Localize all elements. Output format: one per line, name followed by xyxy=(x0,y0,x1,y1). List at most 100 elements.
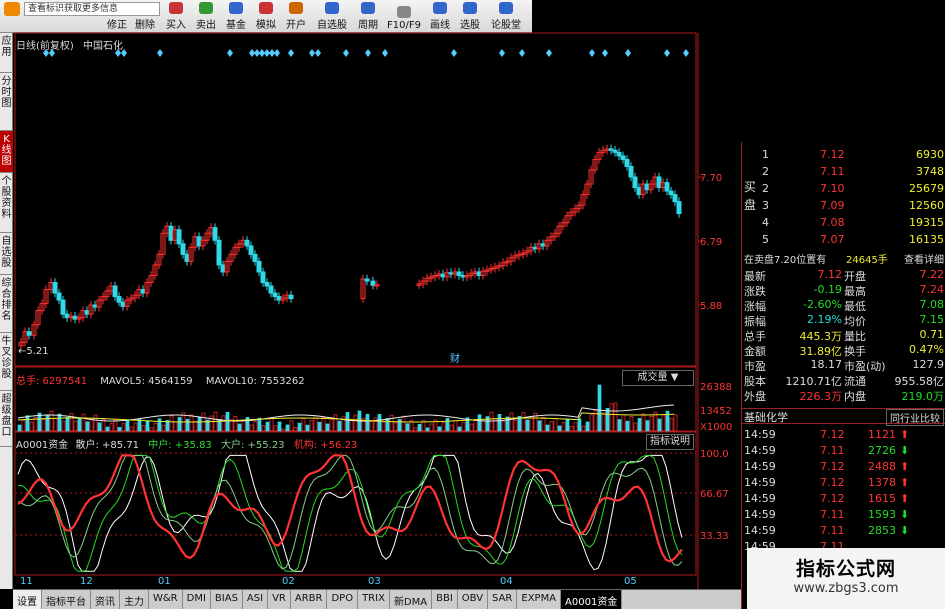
volume-bar xyxy=(445,418,450,432)
period-label: 日线(前复权) xyxy=(16,41,74,52)
indicator-tab-1[interactable]: 指标平台 xyxy=(42,590,91,609)
event-marker-icon xyxy=(499,49,505,57)
indicator-tabs: 设置 指标平台 资讯 主力 W&R DMI BIAS ASI VR ARBR DPO TRIX 新DMA… xyxy=(13,589,741,609)
tick-row: 14:59 7.12 1121 ⬆ xyxy=(742,428,945,443)
indicator-tab-8[interactable]: VR xyxy=(268,590,291,609)
indicator-help-button[interactable]: 指标说明 xyxy=(646,434,694,450)
stat-label: 流通 xyxy=(844,375,866,388)
tick-price: 7.12 xyxy=(820,492,845,505)
candle-body xyxy=(268,285,274,294)
volume-bar xyxy=(525,419,530,432)
chevron-down-icon: ▼ xyxy=(670,372,679,383)
volume-bar xyxy=(561,422,566,432)
arrow-down-icon: ⬇ xyxy=(900,524,910,537)
volume-bar xyxy=(621,414,626,432)
institution-label: 机构: +56.23 xyxy=(293,440,358,451)
indicator-tab-3[interactable]: 主力 xyxy=(120,590,149,609)
indicator-tab-4[interactable]: W&R xyxy=(149,590,183,609)
candle-body xyxy=(644,183,650,191)
view-detail-button[interactable]: 查看详细 xyxy=(904,251,944,266)
volume-bar xyxy=(473,419,478,432)
volume-bar xyxy=(153,422,158,432)
volume-bar xyxy=(469,423,474,432)
event-marker-icon xyxy=(683,49,689,57)
volume-bar xyxy=(453,420,458,432)
stat-label: 金额 xyxy=(744,345,766,358)
volume-bar xyxy=(461,422,466,432)
industry-name[interactable]: 基础化学 xyxy=(744,409,788,425)
indicator-tab-12[interactable]: 新DMA xyxy=(390,590,433,609)
volume-bar xyxy=(617,419,622,432)
bid-row: 4 7.08 19315 xyxy=(742,216,945,231)
stat-label: 开盘 xyxy=(844,270,866,283)
indicator-tab-2[interactable]: 资讯 xyxy=(91,590,120,609)
volume-bar xyxy=(229,419,234,432)
bid-volume: 16135 xyxy=(909,233,944,246)
volume-bar xyxy=(269,418,274,432)
month-tick-label: 05 xyxy=(624,576,637,587)
candle-body xyxy=(476,271,482,276)
volume-bar xyxy=(553,417,558,432)
volume-bar xyxy=(97,422,102,432)
volume-selector-label: 成交量 xyxy=(637,372,668,383)
industry-compare-button[interactable]: 同行业比较 xyxy=(886,409,944,426)
candle-body xyxy=(84,310,90,315)
volume-bar xyxy=(377,414,382,432)
quote-stat-row: 股本 1210.71亿 流通 955.58亿 xyxy=(742,373,945,388)
candle-body xyxy=(216,239,222,266)
tick-price: 7.11 xyxy=(820,524,845,537)
candle-body xyxy=(72,315,78,320)
volume-bar xyxy=(477,414,482,432)
indicator-tab-6[interactable]: BIAS xyxy=(211,590,243,609)
watermark-url: www.zbgs3.com xyxy=(793,581,899,596)
stat-value: 0.71 xyxy=(919,328,945,341)
month-tick-label: 03 xyxy=(368,576,381,587)
candle-body xyxy=(636,187,642,196)
volume-bar xyxy=(273,425,278,432)
candle-body xyxy=(448,272,454,275)
volume-bar xyxy=(261,425,266,432)
tick-volume: 1121 xyxy=(868,428,896,441)
volume-bar xyxy=(277,421,282,432)
indicator-tab-16[interactable]: EXPMA xyxy=(517,590,562,609)
volume-bar xyxy=(141,425,146,432)
month-tick-label: 02 xyxy=(282,576,295,587)
tick-row: 14:59 7.11 1593 ⬇ xyxy=(742,508,945,523)
quote-stat-row: 金额 31.89亿 换手 0.47% xyxy=(742,343,945,358)
volume-tick-label: 26388 xyxy=(700,382,732,393)
candle-body xyxy=(612,149,618,153)
volume-bar xyxy=(457,426,462,432)
volume-bar xyxy=(325,423,330,432)
volume-bar xyxy=(221,415,226,432)
volume-bar xyxy=(185,419,190,432)
volume-selector[interactable]: 成交量 ▼ xyxy=(622,370,694,386)
volume-bar xyxy=(521,412,526,432)
indicator-tab-9[interactable]: ARBR xyxy=(291,590,328,609)
indicator-tab-17[interactable]: A0001资金 xyxy=(561,590,623,609)
candle-body xyxy=(176,229,182,245)
stat-value: 18.17 xyxy=(810,358,843,371)
volume-tick-label: 13452 xyxy=(700,406,732,417)
indicator-tab-11[interactable]: TRIX xyxy=(358,590,390,609)
event-marker-icon xyxy=(589,49,595,57)
event-marker-icon xyxy=(519,49,525,57)
candle-body xyxy=(60,299,66,315)
indicator-tab-10[interactable]: DPO xyxy=(327,590,359,609)
mavol10-label: MAVOL10: 7553262 xyxy=(205,376,305,387)
indicator-tab-14[interactable]: OBV xyxy=(458,590,489,609)
stat-label: 最低 xyxy=(844,300,866,313)
indicator-tab-0[interactable]: 设置 xyxy=(13,590,42,609)
sell-info: 在卖盘7.20位置有 xyxy=(744,255,827,266)
tick-row: 14:59 7.12 2488 ⬆ xyxy=(742,460,945,475)
indicator-tab-5[interactable]: DMI xyxy=(183,590,211,609)
indicator-tab-7[interactable]: ASI xyxy=(243,590,269,609)
volume-bar xyxy=(297,422,302,432)
mid-fund-line xyxy=(17,454,683,572)
event-marker-icon xyxy=(315,49,321,57)
volume-bar xyxy=(641,413,646,432)
volume-bar xyxy=(565,418,570,432)
indicator-tab-13[interactable]: BBI xyxy=(432,590,458,609)
candle-body xyxy=(264,281,270,287)
indicator-tab-15[interactable]: SAR xyxy=(488,590,518,609)
quote-stat-row: 涨幅 -2.60% 最低 7.08 xyxy=(742,298,945,313)
